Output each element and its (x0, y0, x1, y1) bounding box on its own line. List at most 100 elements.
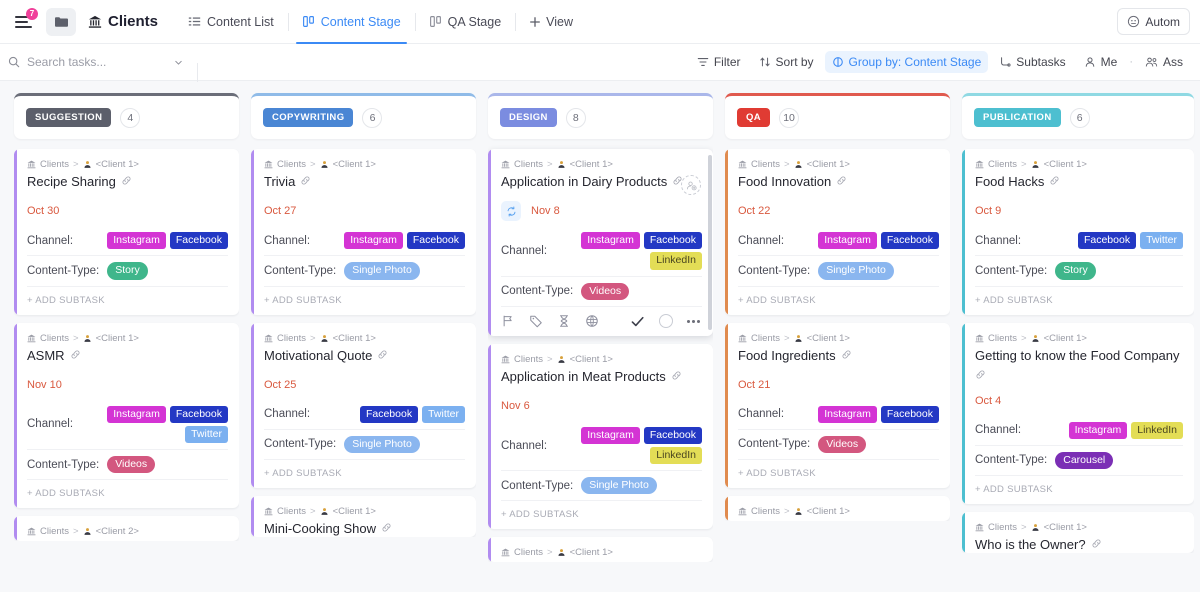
due-date-row[interactable]: Oct 30 (27, 202, 228, 220)
due-date-row[interactable]: Nov 10 (27, 376, 228, 394)
task-card[interactable]: Clients > <Client 1> Who is the Owner? (962, 512, 1194, 554)
space-title[interactable]: Clients (88, 13, 158, 30)
hourglass-icon[interactable] (557, 314, 571, 328)
sort-by-button[interactable]: Sort by (752, 51, 821, 73)
field-channel[interactable]: Channel: Instagram Facebook (738, 400, 939, 429)
add-subtask-button[interactable]: + ADD SUBTASK (27, 285, 228, 315)
circle-icon[interactable] (659, 314, 673, 329)
filter-button[interactable]: Filter (690, 51, 748, 73)
check-icon[interactable] (630, 314, 645, 329)
field-content-type[interactable]: Content-Type: Story (975, 255, 1183, 285)
breadcrumb: Clients > <Client 1> (738, 159, 939, 170)
column-card-scroll[interactable]: Clients > <Client 1> Food Hacks Oct 9 Channel… (962, 139, 1194, 554)
channel-tags: Facebook Twitter (1077, 232, 1183, 250)
task-card[interactable]: Clients > <Client 1> Food Hacks Oct 9 Channel… (962, 149, 1194, 315)
field-content-type[interactable]: Content-Type: Single Photo (264, 428, 465, 459)
due-date-row[interactable]: Oct 22 (738, 202, 939, 220)
tab-qa-stage[interactable]: QA Stage (414, 0, 516, 44)
task-card[interactable]: Clients > <Client 1> Recipe Sharing Oct 30 Ch… (14, 149, 239, 315)
column-card-scroll[interactable]: Clients > <Client 1> Application in Dairy P… (488, 139, 713, 563)
field-label-channel: Channel: (27, 418, 74, 431)
recurring-icon[interactable] (501, 201, 521, 222)
task-card[interactable]: Clients > <Client 1> Application in Dairy P… (488, 149, 713, 336)
add-view-button[interactable]: View (515, 0, 587, 44)
me-filter-button[interactable]: Me (1077, 51, 1125, 73)
due-date-row[interactable]: Oct 4 (975, 392, 1183, 410)
task-count-badge: 8 (565, 107, 586, 128)
field-content-type[interactable]: Content-Type: Single Photo (738, 255, 939, 285)
tab-content-stage[interactable]: Content Stage (287, 0, 415, 44)
due-date-row[interactable]: Oct 9 (975, 202, 1183, 220)
column-header[interactable]: SUGGESTION 4 (14, 93, 239, 139)
field-channel[interactable]: Channel: Instagram Facebook (264, 226, 465, 255)
due-date-row[interactable]: Nov 6 (501, 397, 702, 415)
field-content-type[interactable]: Content-Type: Carousel (975, 444, 1183, 475)
folder-icon[interactable] (46, 7, 76, 36)
more-options-icon[interactable] (687, 319, 700, 323)
field-content-type[interactable]: Content-Type: Videos (738, 428, 939, 459)
channel-tag: Instagram (818, 232, 877, 250)
field-channel[interactable]: Channel: Instagram Facebook (27, 226, 228, 255)
column-header[interactable]: QA 10 (725, 93, 950, 139)
due-date-row[interactable]: Nov 8 (501, 201, 702, 222)
add-assignee-button[interactable] (681, 175, 701, 195)
field-content-type[interactable]: Content-Type: Videos (27, 449, 228, 479)
field-content-type[interactable]: Content-Type: Single Photo (264, 255, 465, 285)
tag-icon[interactable] (529, 314, 543, 328)
tab-content-list[interactable]: Content List (174, 0, 288, 44)
task-card[interactable]: Clients > <Client 1> (725, 496, 950, 521)
task-card[interactable]: Clients > <Client 1> Application in Meat Pr… (488, 343, 713, 530)
task-card[interactable]: Clients > <Client 1> Getting to know the Fo… (962, 322, 1194, 504)
column-header[interactable]: COPYWRITING 6 (251, 93, 476, 139)
subtasks-button[interactable]: Subtasks (992, 51, 1072, 73)
field-content-type[interactable]: Content-Type: Story (27, 255, 228, 285)
column-header[interactable]: PUBLICATION 6 (962, 93, 1194, 139)
field-content-type[interactable]: Content-Type: Single Photo (501, 470, 702, 500)
task-card[interactable]: Clients > <Client 1> Mini-Cooking Show (251, 496, 476, 538)
add-subtask-button[interactable]: + ADD SUBTASK (27, 479, 228, 508)
field-channel[interactable]: Channel: Instagram Facebook LinkedIn (501, 226, 702, 275)
field-channel[interactable]: Channel: Instagram LinkedIn (975, 416, 1183, 445)
search-box[interactable] (8, 55, 198, 82)
automations-button[interactable]: Autom (1117, 8, 1190, 35)
card-scrollbar[interactable] (708, 155, 712, 330)
task-card[interactable]: Clients > <Client 1> Motivational Quote Oct … (251, 322, 476, 488)
field-channel[interactable]: Channel: Instagram Facebook Twitter (27, 400, 228, 449)
task-card[interactable]: Clients > <Client 1> Trivia Oct 27 Channel: In… (251, 149, 476, 315)
add-subtask-button[interactable]: + ADD SUBTASK (975, 285, 1183, 315)
add-subtask-button[interactable]: + ADD SUBTASK (264, 459, 465, 488)
field-channel[interactable]: Channel: Instagram Facebook LinkedIn (501, 421, 702, 470)
column-card-scroll[interactable]: Clients > <Client 1> Food Innovation Oct 22 C… (725, 139, 950, 521)
task-card[interactable]: Clients > <Client 1> Food Ingredients Oct 21… (725, 322, 950, 488)
channel-tag: Instagram (1068, 421, 1128, 439)
task-card[interactable]: Clients > <Client 1> ASMR Nov 10 Channel: Inst… (14, 322, 239, 509)
hamburger-menu-icon[interactable]: 7 (6, 5, 40, 39)
add-subtask-button[interactable]: + ADD SUBTASK (738, 459, 939, 488)
chevron-down-icon[interactable] (173, 57, 184, 68)
column-header[interactable]: DESIGN 8 (488, 93, 713, 139)
add-subtask-button[interactable]: + ADD SUBTASK (264, 285, 465, 315)
field-channel[interactable]: Channel: Facebook Twitter (975, 226, 1183, 255)
field-channel[interactable]: Channel: Facebook Twitter (264, 400, 465, 429)
task-card[interactable]: Clients > <Client 2> (14, 516, 239, 542)
add-subtask-button[interactable]: + ADD SUBTASK (975, 475, 1183, 504)
task-card[interactable]: Clients > <Client 1> (488, 537, 713, 563)
task-card[interactable]: Clients > <Client 1> Food Innovation Oct 22 C… (725, 149, 950, 315)
column-card-scroll[interactable]: Clients > <Client 1> Recipe Sharing Oct 30 Ch… (14, 139, 239, 542)
due-date: Oct 27 (264, 205, 297, 218)
add-subtask-button[interactable]: + ADD SUBTASK (501, 500, 702, 529)
due-date-row[interactable]: Oct 25 (264, 376, 465, 394)
due-date-row[interactable]: Oct 27 (264, 202, 465, 220)
content-type-tags: Single Photo (344, 435, 420, 453)
globe-icon[interactable] (585, 314, 599, 328)
search-input[interactable] (27, 55, 157, 69)
flag-icon[interactable] (501, 314, 515, 328)
field-content-type[interactable]: Content-Type: Videos (501, 275, 702, 306)
field-channel[interactable]: Channel: Instagram Facebook (738, 226, 939, 255)
client-avatar-icon (795, 508, 802, 515)
assignees-filter-button[interactable]: Ass (1138, 51, 1190, 73)
group-by-button[interactable]: Group by: Content Stage (824, 51, 989, 73)
add-subtask-button[interactable]: + ADD SUBTASK (738, 285, 939, 315)
column-card-scroll[interactable]: Clients > <Client 1> Trivia Oct 27 Channel: In… (251, 139, 476, 538)
due-date-row[interactable]: Oct 21 (738, 376, 939, 394)
